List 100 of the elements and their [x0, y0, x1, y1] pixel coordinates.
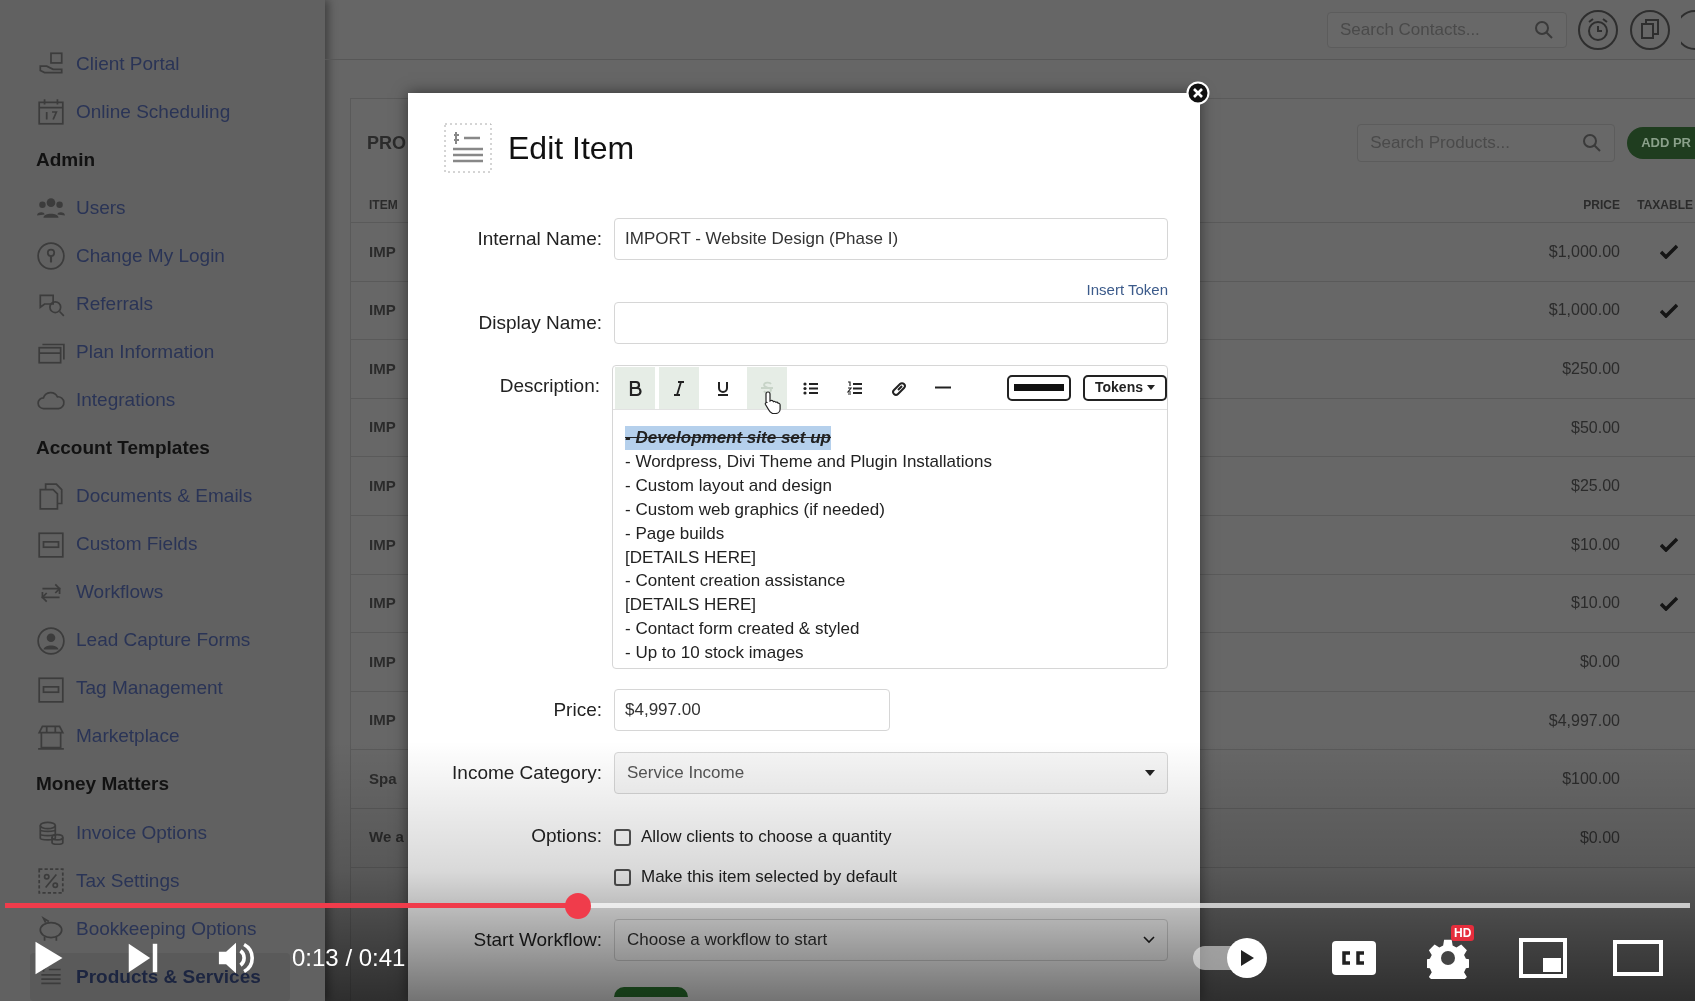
cursor-icon: [763, 390, 783, 414]
table-cell-text: IMP: [369, 300, 396, 321]
table-cell-text: $10.00: [1570, 534, 1620, 555]
add-button[interactable]: ADD PR: [1627, 127, 1695, 159]
text-field[interactable]: [614, 302, 1168, 344]
field-label: Income Category:: [451, 761, 603, 785]
strikethrough-button[interactable]: [747, 366, 787, 409]
field-label: Description:: [498, 374, 601, 398]
bold-button[interactable]: [615, 366, 655, 409]
settings-icon[interactable]: [1427, 937, 1469, 979]
copy-icon[interactable]: [1629, 8, 1671, 51]
text-line: - Up to 10 stock images: [625, 642, 804, 665]
sidebar-item[interactable]: Tag Management: [76, 674, 223, 703]
table-cell-text: $4,997.00: [1547, 710, 1620, 731]
checkbox-label[interactable]: Make this item selected by default: [641, 864, 898, 890]
italic-button[interactable]: [659, 366, 699, 409]
table-cell-text: IMP: [369, 534, 396, 555]
keyhole-icon: [36, 241, 66, 272]
sidebar-item[interactable]: Products & Services: [30, 952, 290, 1001]
table-cell-text: $10.00: [1570, 593, 1620, 614]
sidebar-item[interactable]: Tax Settings: [76, 866, 180, 896]
alarm-clock-icon[interactable]: [1577, 8, 1619, 51]
sidebar-item[interactable]: Plan Information: [76, 338, 215, 367]
table-cell-text: IMP: [369, 417, 396, 438]
table-cell-text: IMP: [369, 593, 396, 614]
checkbox[interactable]: [614, 828, 631, 846]
horizontal-rule-icon: [934, 386, 952, 389]
person-circle-icon: [36, 625, 66, 656]
captions-icon[interactable]: [1331, 940, 1377, 976]
text-line: - Custom layout and design: [625, 474, 832, 497]
select-field[interactable]: Choose a workflow to start: [614, 919, 1168, 961]
table-cell-text: IMP: [369, 651, 396, 672]
column-header: ITEM: [369, 196, 398, 214]
sidebar-item[interactable]: Integrations: [76, 386, 176, 415]
table-cell-text: $250.00: [1561, 359, 1620, 379]
text-line: - Custom web graphics (if needed): [625, 498, 885, 521]
calendar-icon: [36, 97, 66, 128]
field-label: Internal Name:: [476, 227, 603, 251]
sidebar-item[interactable]: Workflows: [76, 578, 164, 607]
sidebar-item[interactable]: Custom Fields: [76, 530, 198, 559]
tokens-dropdown[interactable]: Tokens: [1083, 374, 1167, 401]
table-cell-text: IMP: [369, 241, 396, 262]
price-list-icon: [444, 123, 492, 173]
sidebar-item[interactable]: Change My Login: [76, 241, 225, 271]
progress-bar[interactable]: [5, 893, 1690, 919]
table-cell-text: $1,000.00: [1547, 300, 1620, 321]
table-cell-text: IMP: [369, 358, 396, 379]
table-cell-text: $0.00: [1578, 651, 1620, 672]
toggle-switch[interactable]: [614, 987, 688, 997]
text-field[interactable]: IMPORT - Website Design (Phase I): [614, 218, 1168, 260]
section-heading: Money Matters: [36, 772, 171, 797]
column-header: TAXABLE: [1636, 196, 1694, 214]
miniplayer-icon[interactable]: [1519, 938, 1567, 978]
color-picker[interactable]: [1007, 374, 1071, 401]
percent-icon: [36, 865, 66, 896]
dialog-title: Edit Item: [508, 129, 635, 168]
chevron-down-icon: [1143, 936, 1155, 944]
text-line: - Page builds: [625, 522, 725, 545]
text-line: [DETAILS HERE]: [625, 594, 756, 617]
checkbox-label[interactable]: Allow clients to choose a quantity: [641, 824, 892, 850]
sidebar-item[interactable]: Invoice Options: [76, 818, 207, 847]
price-field[interactable]: $4,997.00: [614, 689, 890, 731]
sidebar-item[interactable]: Marketplace: [76, 722, 180, 751]
column-header: PRICE: [1582, 196, 1620, 214]
table-cell-text: $50.00: [1570, 417, 1620, 438]
section-title: PRO: [367, 131, 406, 155]
sidebar-item[interactable]: Client Portal: [76, 49, 180, 79]
caret-icon: [1145, 770, 1155, 776]
close-icon[interactable]: [1186, 81, 1210, 105]
text-line: - Content creation assistance: [625, 570, 846, 593]
theater-mode-icon[interactable]: [1613, 940, 1663, 976]
field-label: Options:: [530, 824, 603, 848]
field-label: Display Name:: [477, 311, 603, 335]
table-cell-text: Spa: [369, 768, 397, 789]
time-display: 0:13 / 0:41: [292, 943, 406, 973]
field-label: Start Workflow:: [472, 928, 603, 952]
table-cell-text: $25.00: [1570, 476, 1620, 497]
field-label: Price:: [552, 698, 603, 722]
rich-text-editor[interactable]: [612, 365, 1168, 669]
table-cell-text: IMP: [369, 710, 396, 731]
sidebar-item[interactable]: Users: [76, 193, 126, 223]
table-cell-text: $100.00: [1561, 769, 1620, 790]
numbered-list-icon: [846, 378, 864, 397]
sidebar-item[interactable]: Referrals: [76, 290, 154, 319]
hd-badge: HD: [1451, 925, 1475, 941]
autoplay-toggle[interactable]: [1193, 938, 1267, 978]
insert-token-link[interactable]: Insert Token: [1086, 280, 1168, 300]
field-icon: [36, 529, 66, 560]
checkbox[interactable]: [614, 868, 631, 886]
select-field[interactable]: Service Income: [614, 752, 1168, 794]
sidebar-item[interactable]: Bookkeeping Options: [76, 914, 257, 944]
text-line: [DETAILS HERE]: [625, 546, 756, 569]
sidebar-item[interactable]: Lead Capture Forms: [76, 626, 251, 655]
table-cell-text: IMP: [369, 475, 396, 496]
search-icon: [1534, 19, 1554, 40]
play-icon: [1239, 949, 1255, 967]
section-heading: Admin: [36, 147, 97, 172]
sidebar-item[interactable]: Online Scheduling: [76, 97, 231, 127]
section-heading: Account Templates: [36, 436, 211, 461]
search-icon: [1582, 133, 1603, 153]
